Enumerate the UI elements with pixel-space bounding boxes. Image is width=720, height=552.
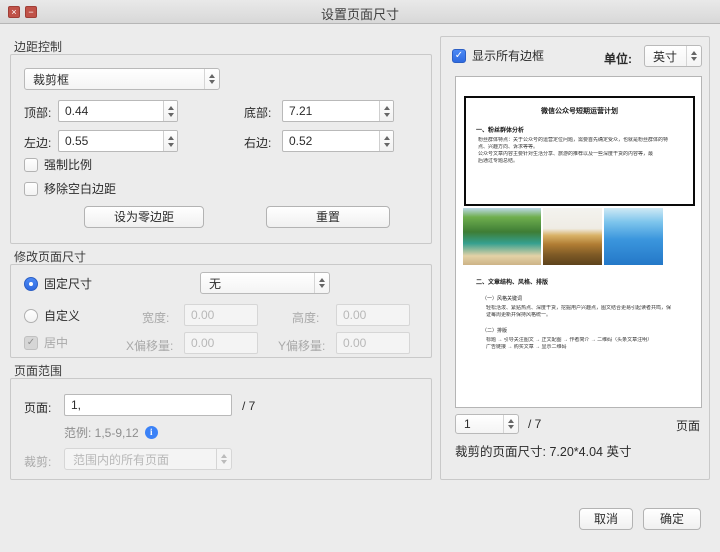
top-margin-field[interactable]: 0.44 <box>58 100 178 122</box>
left-margin-label: 左边: <box>24 134 51 151</box>
crop-pages-dropdown: 范围内的所有页面 <box>64 448 232 470</box>
cropped-size-text: 裁剪的页面尺寸: 7.20*4.04 英寸 <box>455 441 631 460</box>
page-preview: 微信公众号短期运营计划 一、粉丝群体分析 粉丝群体特点：关于公众号的运营定位问题… <box>455 76 702 408</box>
unit-dropdown[interactable]: 英寸 <box>644 45 702 67</box>
left-margin-stepper[interactable] <box>163 131 177 151</box>
window-title: 设置页面尺寸 <box>0 4 720 23</box>
beach-palm-photo <box>463 208 541 265</box>
doc-title: 微信公众号短期运营计划 <box>456 106 702 116</box>
custom-size-label: 自定义 <box>44 307 80 324</box>
doc-paragraph-1: 粉丝群体特点：关于公众号的运营定位问题，需要首先确定受众，也就是粉丝群体的特 点… <box>478 137 680 165</box>
unit-label: 单位: <box>604 50 632 67</box>
top-margin-value: 0.44 <box>59 104 163 118</box>
unit-value: 英寸 <box>645 48 686 65</box>
y-offset-field: 0.00 <box>336 332 410 354</box>
doc-heading-1: 一、粉丝群体分析 <box>476 125 524 134</box>
right-margin-stepper[interactable] <box>379 131 393 151</box>
height-field: 0.00 <box>336 304 410 326</box>
preview-page-word: 页面 <box>676 417 700 434</box>
y-offset-value: 0.00 <box>337 336 409 350</box>
width-label: 宽度: <box>142 309 169 326</box>
bottom-margin-label: 底部: <box>244 104 271 121</box>
fixed-size-radio[interactable]: 固定尺寸 <box>24 275 92 292</box>
chevron-up-down-icon <box>686 46 701 66</box>
radio-unselected-icon <box>24 309 38 323</box>
top-margin-stepper[interactable] <box>163 101 177 121</box>
crop-pages-value: 范围内的所有页面 <box>65 451 216 468</box>
page-range-total: / 7 <box>242 399 255 413</box>
height-value: 0.00 <box>337 308 409 322</box>
margins-section-title: 边距控制 <box>14 38 62 55</box>
top-margin-label: 顶部: <box>24 104 51 121</box>
bottom-margin-value: 7.21 <box>283 104 379 118</box>
titlebar: × − 设置页面尺寸 <box>0 0 720 24</box>
remove-blank-margins-label: 移除空白边距 <box>44 180 116 197</box>
box-type-value: 裁剪框 <box>25 71 204 88</box>
ok-button[interactable]: 确定 <box>643 508 701 530</box>
preview-page-value: 1 <box>456 417 503 431</box>
cancel-button[interactable]: 取消 <box>579 508 633 530</box>
x-offset-label: X偏移量: <box>126 337 173 354</box>
bottom-margin-field[interactable]: 7.21 <box>282 100 394 122</box>
width-field: 0.00 <box>184 304 258 326</box>
doc-heading-2: 二、文章结构、风格、排版 <box>476 277 548 286</box>
blue-water-photo <box>604 208 663 265</box>
chevron-up-down-icon <box>216 449 231 469</box>
doc-paragraph-2: 轻松活泼、紧贴热点、深度干货，挖掘用户兴趣点，图文结合更易引起读者共鸣，保 证每… <box>486 305 682 319</box>
resize-section-title: 修改页面尺寸 <box>14 248 86 265</box>
box-type-dropdown[interactable]: 裁剪框 <box>24 68 220 90</box>
photo-row <box>463 208 663 265</box>
remove-blank-margins-checkbox[interactable]: 移除空白边距 <box>24 180 116 197</box>
left-margin-value: 0.55 <box>59 134 163 148</box>
checkbox-box-icon <box>24 182 38 196</box>
example-row: 范例: 1,5-9,12 i <box>64 424 158 441</box>
center-label: 居中 <box>44 334 68 351</box>
preview-page-selector[interactable]: 1 <box>455 414 519 434</box>
constrain-ratio-checkbox[interactable]: 强制比例 <box>24 156 92 173</box>
page-range-input[interactable]: 1, <box>64 394 232 416</box>
center-checkbox: 居中 <box>24 334 68 351</box>
checkbox-checked-icon <box>24 336 38 350</box>
doc-paragraph-3: 标题 → 引导关注图文 → 正文配图 → 作者简介 → 二维码（头条文章注明） … <box>486 337 682 351</box>
show-all-boxes-checkbox[interactable]: 显示所有边框 <box>452 47 544 64</box>
example-text: 范例: 1,5-9,12 <box>64 424 139 441</box>
crop-pages-label: 裁剪: <box>24 453 51 470</box>
info-icon[interactable]: i <box>145 426 158 439</box>
page-range-value: 1, <box>65 398 231 412</box>
checkbox-box-icon <box>24 158 38 172</box>
fixed-size-value: 无 <box>201 275 314 292</box>
page-range-label: 页面: <box>24 399 51 416</box>
stepper-icon <box>503 415 518 433</box>
left-margin-field[interactable]: 0.55 <box>58 130 178 152</box>
fixed-size-label: 固定尺寸 <box>44 275 92 292</box>
bottom-margin-stepper[interactable] <box>379 101 393 121</box>
show-all-boxes-label: 显示所有边框 <box>472 47 544 64</box>
width-value: 0.00 <box>185 308 257 322</box>
height-label: 高度: <box>292 309 319 326</box>
zero-margins-button[interactable]: 设为零边距 <box>84 206 204 228</box>
x-offset-value: 0.00 <box>185 336 257 350</box>
reset-button[interactable]: 重置 <box>266 206 390 228</box>
chevron-up-down-icon <box>204 69 219 89</box>
radio-selected-icon <box>24 277 38 291</box>
checkbox-checked-icon <box>452 49 466 63</box>
fixed-size-dropdown[interactable]: 无 <box>200 272 330 294</box>
custom-size-radio[interactable]: 自定义 <box>24 307 80 324</box>
preview-page-total: / 7 <box>528 417 541 431</box>
range-section-title: 页面范围 <box>14 362 62 379</box>
right-margin-label: 右边: <box>244 134 271 151</box>
chevron-up-down-icon <box>314 273 329 293</box>
y-offset-label: Y偏移量: <box>278 337 325 354</box>
doc-subheading-1: （一）风格关键词 <box>482 295 522 302</box>
right-margin-value: 0.52 <box>283 134 379 148</box>
constrain-ratio-label: 强制比例 <box>44 156 92 173</box>
x-offset-field: 0.00 <box>184 332 258 354</box>
doc-subheading-2: （二）排版 <box>482 327 507 334</box>
right-margin-field[interactable]: 0.52 <box>282 130 394 152</box>
temple-photo <box>543 208 602 265</box>
